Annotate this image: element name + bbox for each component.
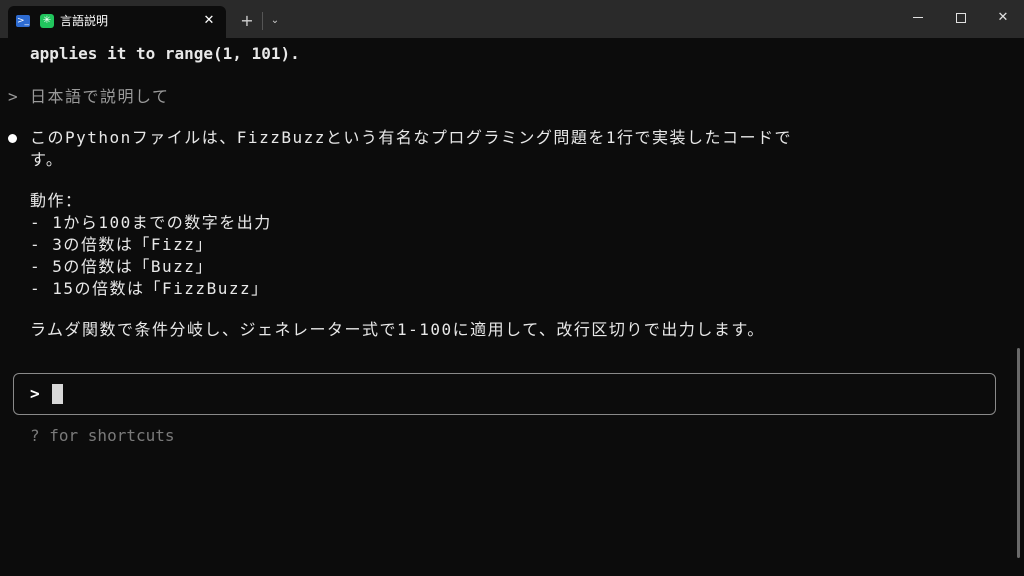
summary-line: ラムダ関数で条件分岐し、ジェネレーター式で1-100に適用して、改行区切りで出力…: [30, 320, 765, 339]
shortcuts-hint: ? for shortcuts: [30, 426, 175, 445]
tab-title: 言語説明: [60, 14, 109, 28]
close-button[interactable]: ✕: [980, 0, 1024, 36]
behavior-item: - 15の倍数は「FizzBuzz」: [30, 279, 269, 298]
powershell-icon: >_: [16, 15, 30, 27]
maximize-icon: [956, 12, 966, 23]
app-spark-icon: ✳: [40, 14, 54, 28]
input-prompt-symbol: >: [30, 384, 40, 403]
title-bar: >_ ✳ 言語説明 ✕ + ⌄ ✕: [0, 0, 1024, 38]
behavior-item: - 3の倍数は「Fizz」: [30, 235, 213, 254]
answer-line-1: このPythonファイルは、FizzBuzzという有名なプログラミング問題を1行…: [30, 128, 792, 147]
minimize-button[interactable]: [895, 0, 941, 36]
history-prompt-symbol: >: [8, 87, 18, 106]
behavior-item: - 5の倍数は「Buzz」: [30, 257, 213, 276]
prompt-input[interactable]: >: [13, 373, 996, 415]
user-query: 日本語で説明して: [30, 87, 170, 106]
behavior-heading: 動作：: [30, 191, 83, 210]
tab-divider: [262, 12, 263, 30]
maximize-button[interactable]: [938, 0, 984, 36]
minimize-icon: [913, 17, 923, 18]
output-line-previous: applies it to range(1, 101).: [30, 44, 300, 63]
tab-active[interactable]: >_ ✳ 言語説明 ✕: [8, 6, 226, 38]
text-cursor: [52, 384, 63, 404]
tab-close-icon[interactable]: ✕: [200, 12, 218, 30]
chevron-down-icon[interactable]: ⌄: [266, 10, 284, 32]
behavior-item: - 1から100までの数字を出力: [30, 213, 272, 232]
answer-line-2: す。: [30, 150, 64, 169]
new-tab-button[interactable]: +: [236, 10, 258, 32]
terminal-window: >_ ✳ 言語説明 ✕ + ⌄ ✕ applies it to range(1,…: [0, 0, 1024, 576]
scrollbar[interactable]: [1017, 348, 1020, 558]
close-icon: ✕: [997, 10, 1009, 25]
response-bullet-icon: [8, 134, 17, 143]
